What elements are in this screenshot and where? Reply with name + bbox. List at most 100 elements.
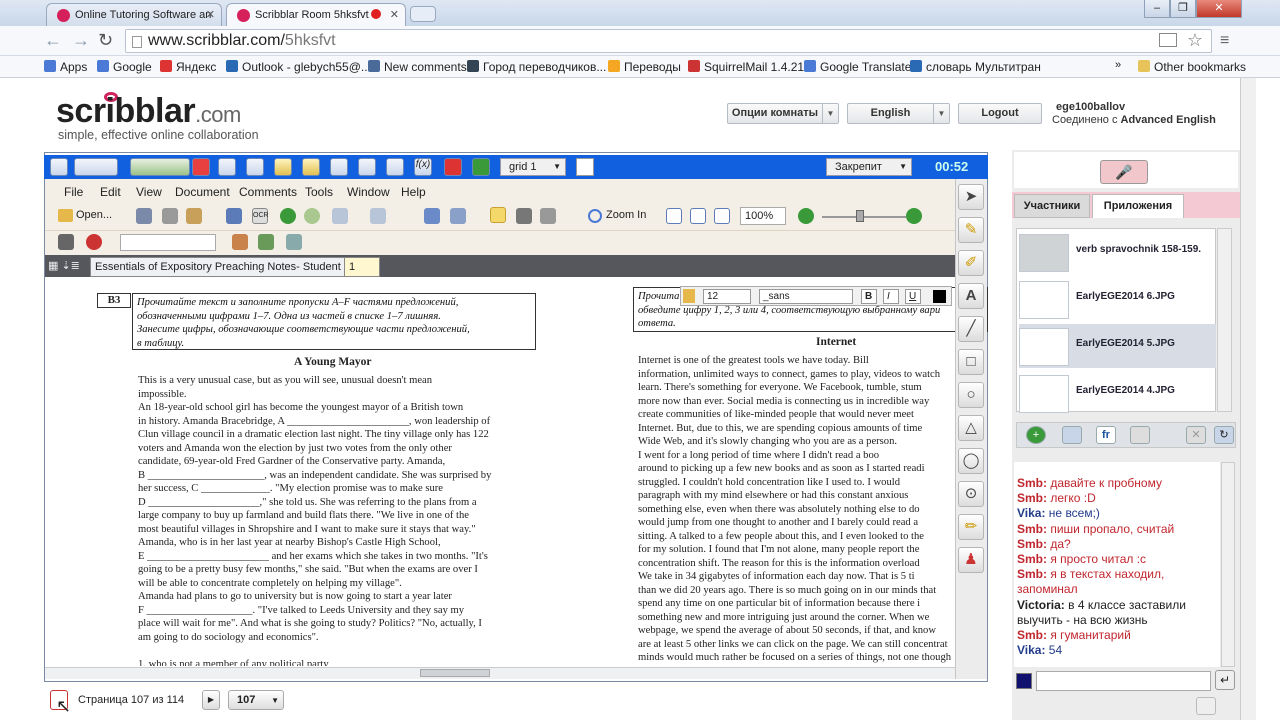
language-dropdown[interactable]: English ▼ (847, 103, 950, 124)
document-tab[interactable]: Essentials of Expository Preaching Notes… (90, 257, 350, 277)
pointer-tool-icon[interactable]: ➤ (958, 184, 984, 210)
eraser-tool-icon[interactable]: ✏ (958, 514, 984, 540)
close-icon[interactable]: ✕ (390, 8, 399, 21)
pin-dropdown[interactable]: Закрепит ▼ (826, 158, 912, 176)
bookmark-translations[interactable]: Переводы (608, 60, 681, 74)
fit-page-icon[interactable] (690, 208, 706, 224)
ellipse-tool-icon[interactable]: ○ (958, 382, 984, 408)
add-app-icon[interactable]: + (1026, 426, 1046, 444)
app-item[interactable]: EarlyEGE2014 5.JPG (1019, 324, 1216, 368)
bookmark-new-comments[interactable]: New comments (368, 60, 467, 74)
italic-button[interactable]: I (883, 289, 899, 304)
menu-comments[interactable]: Comments (239, 185, 297, 199)
undo-icon[interactable] (332, 208, 348, 224)
tab-participants[interactable]: Участники (1014, 194, 1090, 218)
app-list-scrollbar[interactable] (1217, 228, 1232, 412)
next-page-icon[interactable] (304, 208, 320, 224)
text-tool-icon[interactable]: A (958, 283, 984, 309)
address-bar[interactable]: www.scribblar.com/5hksfvt ☆ (125, 29, 1212, 53)
app-item[interactable]: EarlyEGE2014 6.JPG (1019, 277, 1216, 321)
print-icon[interactable] (162, 208, 178, 224)
bold-button[interactable]: B (861, 289, 877, 304)
marker-tool-icon[interactable]: ✐ (958, 250, 984, 276)
pages-icon[interactable] (226, 208, 242, 224)
other-bookmarks[interactable]: Other bookmarks (1138, 60, 1246, 74)
new-tab-button[interactable] (410, 6, 436, 22)
logout-button[interactable]: Logout (958, 103, 1042, 124)
bookmark-outlook[interactable]: Outlook - glebych55@... (226, 60, 371, 74)
browser-tab-1[interactable]: Online Tutoring Software an ✕ (46, 3, 222, 26)
page-select[interactable]: 107 ▼ (228, 690, 284, 710)
document-tab-2[interactable]: 1 (344, 257, 380, 277)
redo-icon[interactable] (370, 208, 386, 224)
circle-tool-icon[interactable]: ◯ (958, 448, 984, 474)
horizontal-scrollbar[interactable] (45, 667, 955, 679)
chat-color-swatch[interactable] (1016, 673, 1032, 689)
document-icon[interactable] (1130, 426, 1150, 444)
bookmark-apps[interactable]: Apps (44, 60, 87, 74)
menu-icon[interactable]: ≡ (1220, 32, 1229, 50)
fit-width-icon[interactable] (714, 208, 730, 224)
menu-view[interactable]: View (136, 185, 162, 199)
select-icon[interactable] (540, 208, 556, 224)
pen-tool-icon[interactable] (246, 158, 264, 176)
next-page-button[interactable]: ▶ (202, 690, 220, 710)
bookmark-multitran[interactable]: словарь Мультитран (910, 60, 1041, 74)
zoom-slider[interactable] (822, 216, 906, 218)
arrow-icon[interactable] (472, 158, 490, 176)
note-icon[interactable] (302, 158, 320, 176)
forward-icon[interactable]: → (72, 30, 90, 51)
underline-button[interactable]: U (905, 289, 921, 304)
chat-input[interactable] (1036, 671, 1211, 691)
refresh-icon[interactable] (130, 158, 190, 176)
puzzle-icon[interactable] (444, 158, 462, 176)
tab-apps[interactable]: Приложения (1092, 194, 1184, 218)
image-icon[interactable] (358, 158, 376, 176)
back-icon[interactable]: ← (44, 30, 62, 51)
line-tool-icon[interactable]: ╱ (958, 316, 984, 342)
settings-icon[interactable] (1196, 697, 1216, 715)
close-window-button[interactable]: ✕ (1196, 0, 1242, 18)
actual-size-icon[interactable] (666, 208, 682, 224)
camera-icon[interactable] (386, 158, 404, 176)
page-icon[interactable] (330, 158, 348, 176)
menu-file[interactable]: File (64, 185, 83, 199)
page-scrollbar[interactable] (1240, 78, 1256, 720)
rectangle-tool-icon[interactable]: □ (958, 349, 984, 375)
reload-icon[interactable]: ↻ (98, 30, 113, 51)
star-icon[interactable]: ☆ (1187, 30, 1203, 51)
menu-help[interactable]: Help (401, 185, 426, 199)
menu-edit[interactable]: Edit (100, 185, 121, 199)
maximize-button[interactable]: ❐ (1170, 0, 1196, 18)
extract-icon[interactable] (450, 208, 466, 224)
bookmark-google[interactable]: Google (97, 60, 152, 74)
menu-document[interactable]: Document (175, 185, 230, 199)
font-size-select[interactable]: 12 (703, 289, 751, 304)
snapshot-icon[interactable] (516, 208, 532, 224)
zoom-out-icon[interactable] (798, 208, 814, 224)
acrobat-icon[interactable] (86, 234, 102, 250)
app-item[interactable]: EarlyEGE2014 4.JPG (1019, 371, 1216, 415)
microphone-button[interactable]: 🎤 (1100, 160, 1148, 184)
delete-icon[interactable]: ✕ (1186, 426, 1206, 444)
close-icon[interactable]: ✕ (206, 8, 215, 21)
laser-pointer-icon[interactable]: ♟ (958, 547, 984, 573)
minimize-button[interactable]: – (1144, 0, 1170, 18)
text-color-swatch[interactable] (933, 290, 946, 303)
zoom-in-icon[interactable] (906, 208, 922, 224)
pointer-icon[interactable] (218, 158, 236, 176)
share-icon[interactable] (186, 208, 202, 224)
formula-icon[interactable]: f(x) (414, 158, 432, 176)
attach-icon[interactable] (258, 234, 274, 250)
browser-tab-2[interactable]: Scribblar Room 5hksfvt - ✕ (226, 3, 406, 26)
stamp-icon[interactable] (232, 234, 248, 250)
scrollbar-thumb[interactable] (420, 669, 490, 677)
room-options-dropdown[interactable]: Опции комнаты ▼ (727, 103, 839, 124)
open-button[interactable]: Open... (58, 209, 112, 222)
font-family-select[interactable]: _sans (759, 289, 853, 304)
previous-page-icon[interactable] (280, 208, 296, 224)
rotate-icon[interactable] (424, 208, 440, 224)
refresh-icon[interactable]: ↻ (1214, 426, 1234, 444)
highlighter-icon[interactable] (274, 158, 292, 176)
zoom-in-button[interactable]: Zoom In (588, 209, 646, 223)
